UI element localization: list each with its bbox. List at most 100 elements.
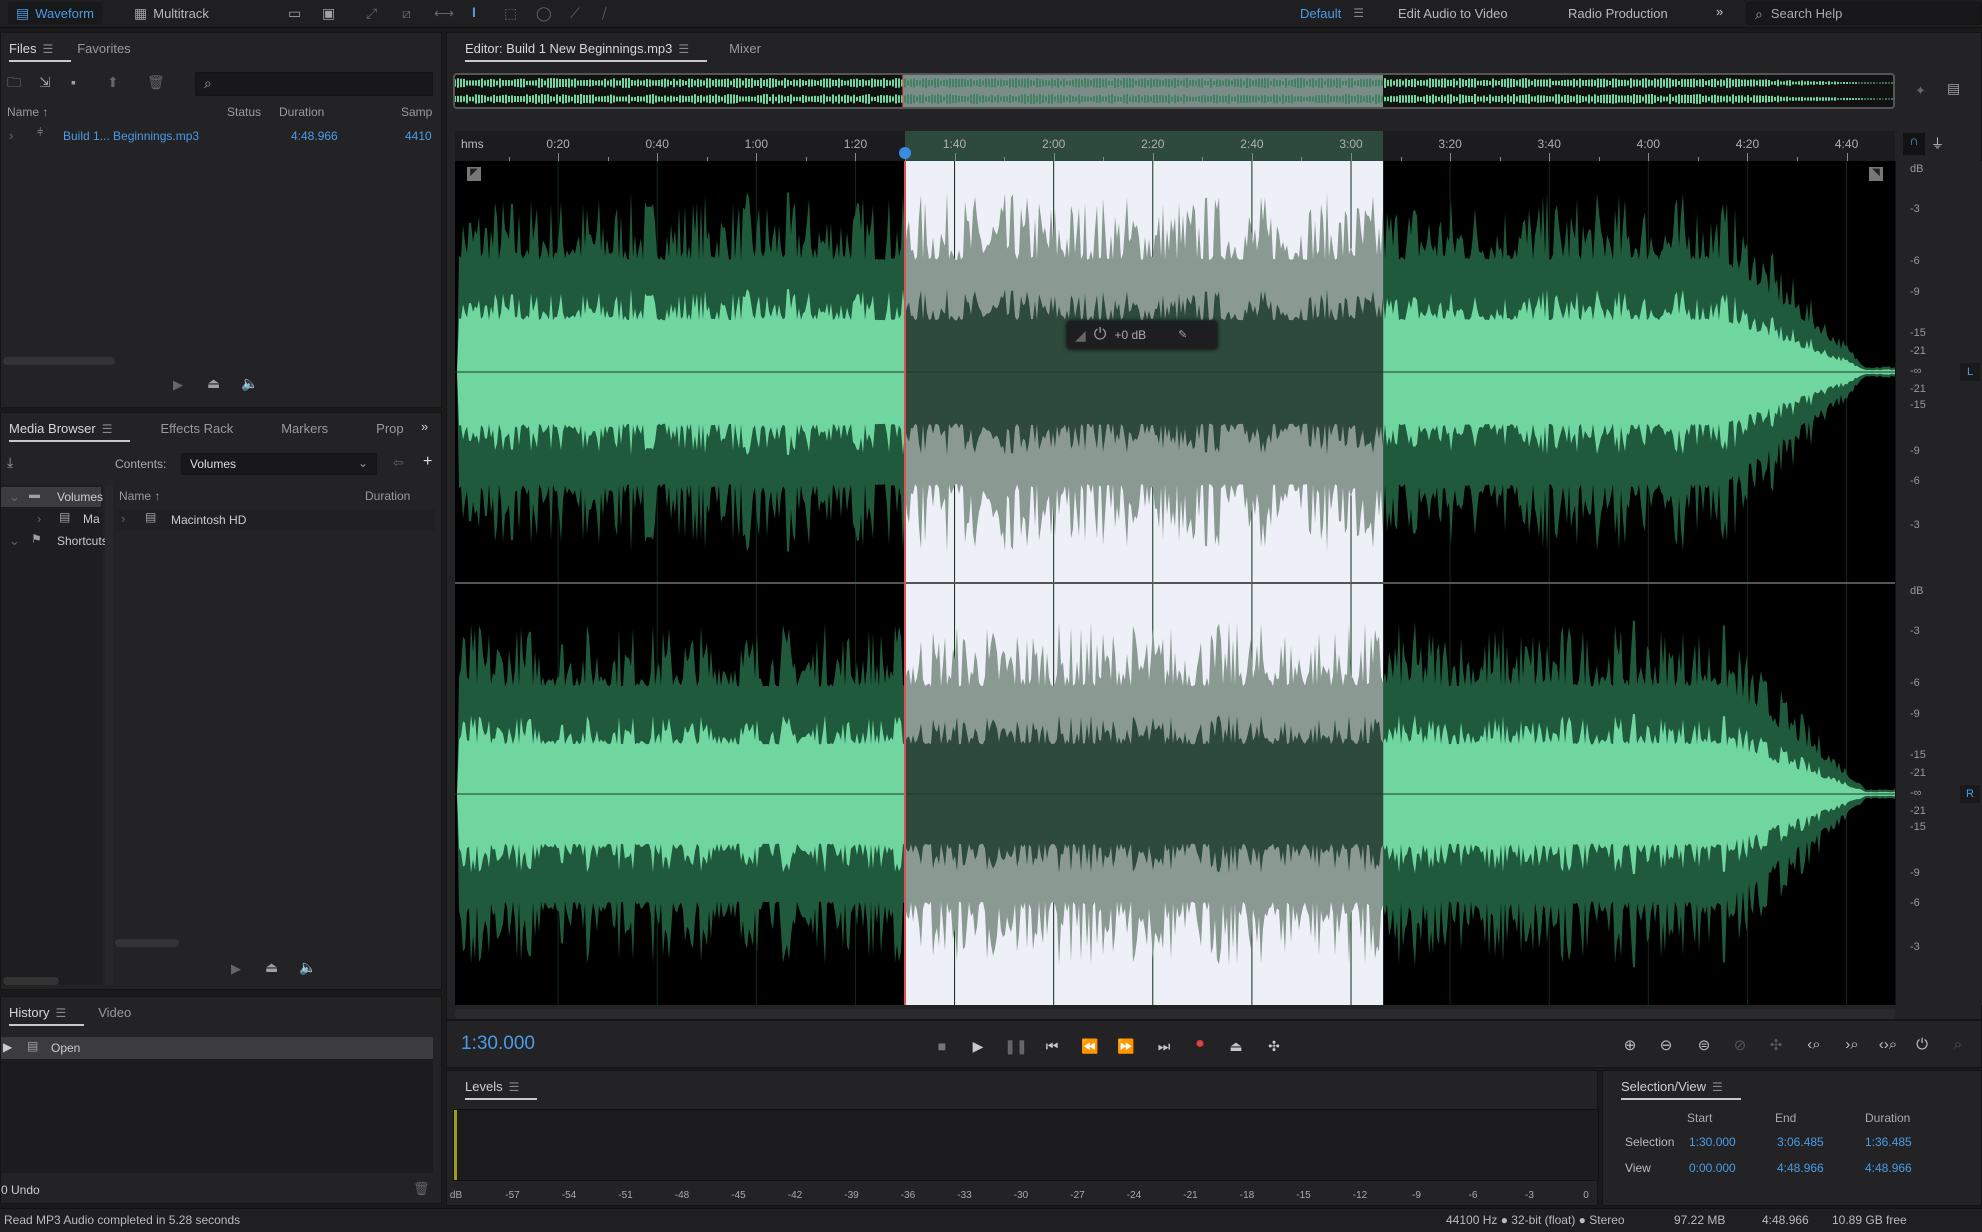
pin-hud-icon[interactable]: ✎ — [1178, 329, 1187, 341]
horizontal-scrollbar[interactable] — [3, 357, 115, 365]
skip-selection-button[interactable]: ✣ — [1268, 1038, 1280, 1055]
column-status[interactable]: Status — [227, 105, 261, 119]
slip-tool-icon[interactable]: ⟷ — [434, 6, 454, 20]
loop-preview-icon[interactable]: ⏏ — [207, 376, 220, 390]
tab-properties[interactable]: Prop — [376, 421, 403, 436]
playhead-handle[interactable] — [899, 147, 911, 159]
tab-selection-view[interactable]: Selection/View ☰ — [1621, 1079, 1741, 1100]
workspace-radio-production[interactable]: Radio Production — [1560, 2, 1676, 24]
zoom-out-full-button[interactable]: ⊜ — [1698, 1036, 1711, 1054]
back-arrow-icon[interactable]: ⇦ — [393, 455, 404, 471]
tab-media-browser[interactable]: Media Browser ☰ — [9, 421, 132, 442]
zoom-out-amplitude-button[interactable]: ⊖ — [1660, 1036, 1673, 1054]
pin-icon[interactable]: ⏚ — [1931, 133, 1944, 152]
selection-duration-field[interactable]: 1:36.485 — [1865, 1135, 1912, 1149]
more-workspaces-button[interactable]: » — [1716, 4, 1723, 19]
contents-dropdown[interactable]: Volumes ⌄ — [181, 453, 377, 475]
spectral-pitch-icon[interactable]: ▣ — [322, 6, 335, 20]
stop-button[interactable]: ■ — [938, 1038, 946, 1054]
loop-playback-button[interactable]: ⏏ — [1229, 1038, 1242, 1055]
expand-chevron-icon[interactable]: ⌄ — [9, 489, 20, 505]
delete-history-icon[interactable]: 🗑 — [413, 1181, 430, 1197]
rewind-button[interactable]: ⏪ — [1081, 1038, 1098, 1055]
fade-in-handle-icon[interactable]: ◤ — [467, 167, 481, 181]
expand-chevron-icon[interactable]: ⌄ — [9, 533, 20, 549]
waveform-mode-button[interactable]: ▤ Waveform — [8, 2, 102, 24]
spectral-frequency-icon[interactable]: ▭ — [288, 6, 301, 20]
file-row[interactable]: › ⫩ Build 1... Beginnings.mp3 4:48.966 4… — [1, 125, 441, 147]
play-button[interactable]: ▶ — [973, 1038, 984, 1055]
auto-play-icon[interactable]: 🔈 — [299, 960, 316, 974]
import-icon[interactable]: ⤓ — [7, 455, 13, 469]
overview-navigator[interactable] — [453, 73, 1895, 109]
close-file-icon[interactable]: 🗑 — [147, 75, 165, 89]
tree-item-volumes[interactable]: ⌄ ▬ Volumes — [1, 487, 103, 507]
fast-forward-button[interactable]: ⏩ — [1117, 1038, 1134, 1055]
amplitude-scale[interactable]: dB -3 -6 -9 -15 -21 -∞ -21 -15 -9 -6 -3 LdB -3 -6 -9 -15… — [1895, 161, 1982, 1005]
pause-button[interactable]: ❚❚ — [1004, 1038, 1027, 1055]
column-name[interactable]: Name ↑ — [7, 105, 48, 119]
zoom-selection-button[interactable]: ‹›⌕ — [1879, 1036, 1897, 1053]
zoom-in-right-button[interactable]: ›⌕ — [1845, 1036, 1858, 1053]
razor-tool-icon[interactable]: ⧄ — [402, 6, 411, 20]
column-duration[interactable]: Duration — [365, 489, 410, 503]
fade-out-handle-icon[interactable]: ◥ — [1869, 167, 1883, 181]
media-row[interactable]: › ▤ Macintosh HD — [115, 509, 435, 531]
view-duration-field[interactable]: 4:48.966 — [1865, 1161, 1912, 1175]
go-to-start-button[interactable]: ⏮ — [1046, 1038, 1059, 1055]
workspace-edit-audio-to-video[interactable]: Edit Audio to Video — [1390, 2, 1516, 24]
view-end-field[interactable]: 4:48.966 — [1777, 1161, 1824, 1175]
snap-magnet-icon[interactable]: ∩ — [1903, 133, 1925, 155]
waveform-display[interactable]: ◤ ◥ ◢ ⏻ +0 dB ✎ — [455, 161, 1895, 1005]
tab-video[interactable]: Video — [98, 1005, 131, 1020]
zoom-out-time-button[interactable]: ⌕ — [1954, 1036, 1962, 1053]
files-search-input[interactable]: ⌕ — [195, 72, 433, 96]
channel-right-toggle[interactable]: R — [1960, 785, 1980, 803]
go-to-end-button[interactable]: ⏭ — [1158, 1038, 1171, 1055]
zoom-to-selection-button[interactable]: ✣ — [1770, 1036, 1783, 1054]
play-preview-icon[interactable]: ▶ — [231, 961, 241, 977]
tree-splitter[interactable] — [105, 485, 113, 985]
spot-healing-icon[interactable]: ⧸ — [602, 6, 607, 20]
more-tabs-button[interactable]: » — [421, 419, 428, 434]
open-file-icon[interactable]: 🗀 — [7, 75, 21, 89]
tab-mixer[interactable]: Mixer — [729, 41, 761, 56]
column-duration[interactable]: Duration — [279, 105, 324, 119]
tab-editor[interactable]: Editor: Build 1 New Beginnings.mp3 ☰ — [465, 41, 708, 62]
tree-item-shortcuts[interactable]: ⌄ ⚑ Shortcuts — [1, 531, 108, 551]
tab-files[interactable]: Files ☰ — [9, 41, 72, 62]
horizontal-scrollbar[interactable] — [455, 1009, 1895, 1019]
brush-tool-icon[interactable]: ⟋ — [570, 6, 580, 20]
time-ruler[interactable]: hms 0:20 0:40 1:00 1:20 1:40 2:00 2:20 2:40 3:00… — [455, 131, 1895, 161]
tree-scrollbar[interactable] — [3, 977, 59, 985]
import-file-icon[interactable]: ⇲ — [39, 75, 51, 89]
expand-chevron-icon[interactable]: › — [121, 511, 125, 526]
zoom-in-time-button[interactable]: ⊘ — [1734, 1036, 1747, 1054]
move-tool-icon[interactable]: ⤢ — [366, 6, 377, 20]
insert-into-multitrack-icon[interactable]: ⬆ — [107, 75, 119, 89]
view-start-field[interactable]: 0:00.000 — [1689, 1161, 1736, 1175]
zoom-navigator-icon[interactable]: ✦ — [1915, 83, 1926, 99]
record-button[interactable]: ● — [1195, 1035, 1205, 1053]
panel-options-icon[interactable]: ▤ — [1947, 81, 1960, 95]
search-help-field[interactable]: ⌕ Search Help — [1746, 2, 1982, 25]
expand-chevron-icon[interactable]: › — [9, 128, 13, 143]
tab-levels[interactable]: Levels ☰ — [465, 1079, 538, 1100]
hud-volume-control[interactable]: ◢ ⏻ +0 dB ✎ — [1067, 321, 1217, 349]
time-selection-tool-icon[interactable]: I — [472, 5, 476, 19]
lasso-tool-icon[interactable]: ◯ — [536, 6, 552, 20]
channel-left-toggle[interactable]: L — [1960, 363, 1980, 381]
zoom-in-amplitude-button[interactable]: ⊕ — [1624, 1036, 1637, 1054]
new-file-icon[interactable]: ▪ — [71, 75, 76, 89]
horizontal-scrollbar[interactable] — [115, 939, 179, 947]
marquee-tool-icon[interactable]: ⬚ — [504, 6, 517, 20]
zoom-in-left-button[interactable]: ‹⌕ — [1807, 1036, 1820, 1053]
loop-preview-icon[interactable]: ⏏ — [265, 960, 278, 974]
play-preview-icon[interactable]: ▶ — [173, 377, 183, 393]
workspace-default[interactable]: Default ☰ — [1292, 2, 1372, 24]
tab-favorites[interactable]: Favorites — [77, 41, 130, 56]
volume-knob-icon[interactable]: ⏻ — [1094, 327, 1107, 343]
tab-effects-rack[interactable]: Effects Rack — [160, 421, 233, 436]
expand-chevron-icon[interactable]: › — [37, 511, 41, 526]
reset-zoom-button[interactable]: ⏻ — [1916, 1036, 1928, 1053]
